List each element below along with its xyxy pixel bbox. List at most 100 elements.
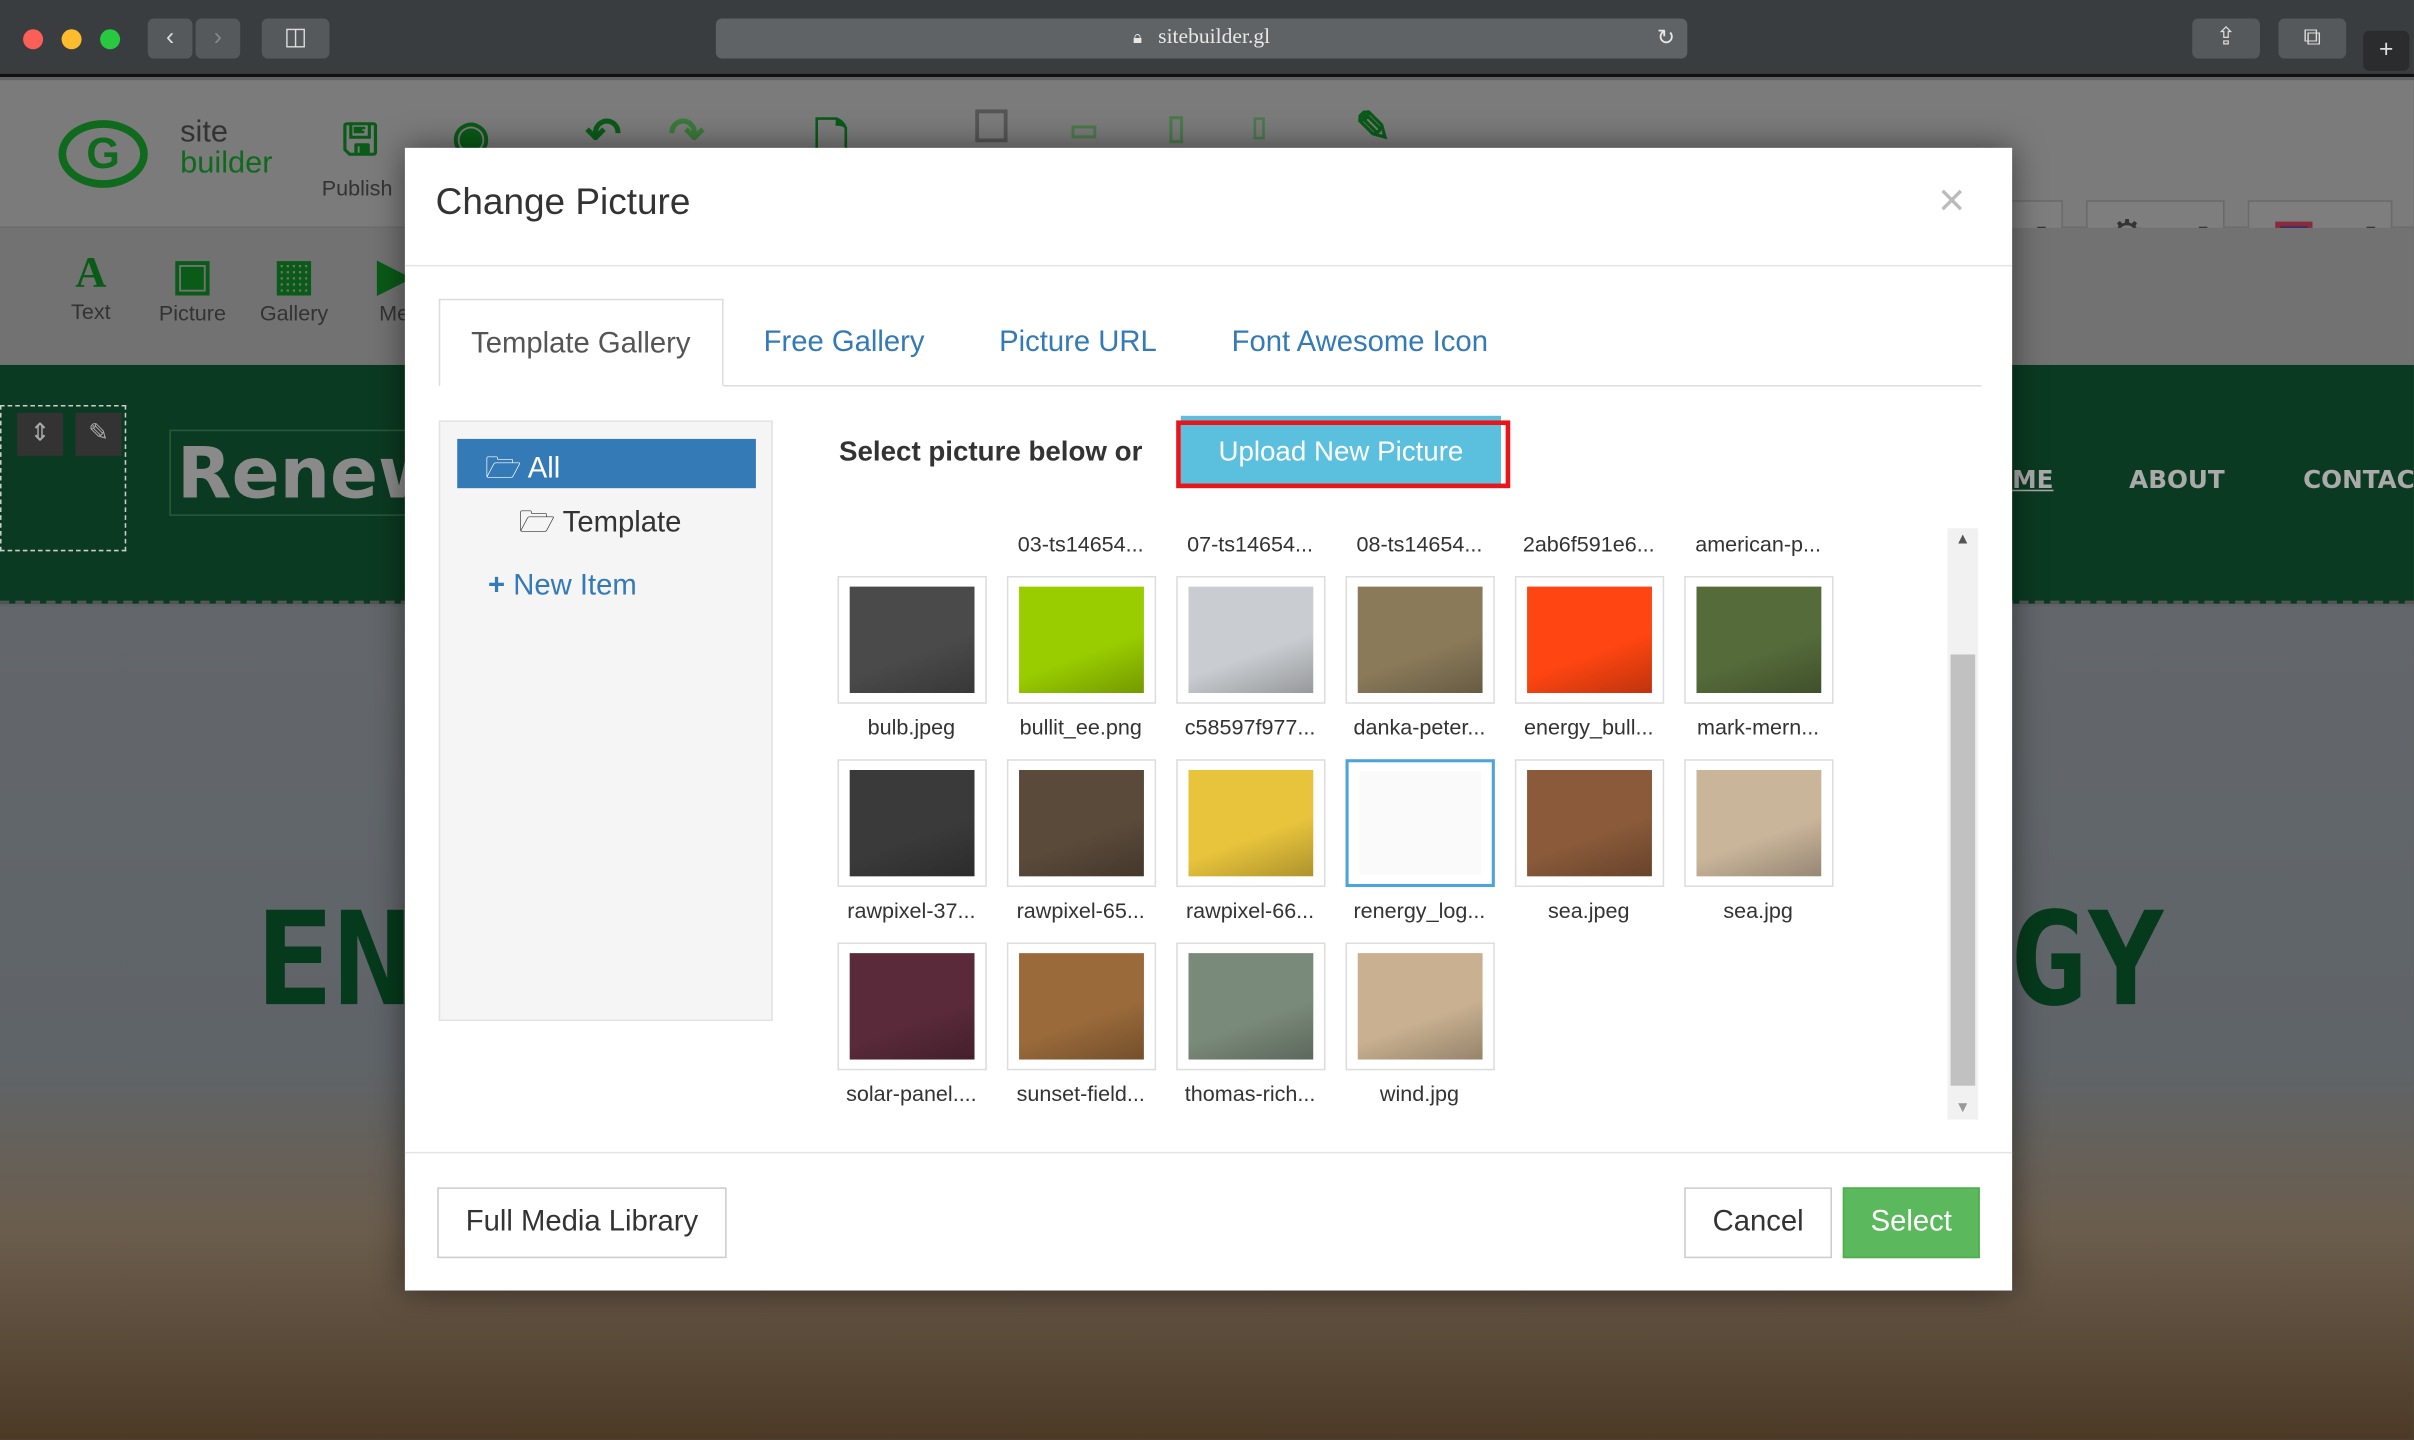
image-thumbnail[interactable] [1684, 575, 1834, 704]
image-preview [1359, 771, 1481, 875]
image-thumbnail[interactable] [1514, 759, 1665, 888]
folder-template[interactable]: 🗁︎ Template [519, 501, 682, 550]
folder-label: All [527, 452, 561, 486]
image-thumbnail[interactable] [1176, 575, 1326, 704]
cancel-button[interactable]: Cancel [1684, 1187, 1833, 1259]
tool-text[interactable]: A Text [45, 249, 137, 323]
tool-gallery[interactable]: ▦ Gallery [248, 249, 340, 325]
image-thumbnail[interactable] [1345, 575, 1495, 704]
folder-open-icon: 🗁︎ [518, 506, 556, 539]
desktop-view-icon[interactable]: ☐ [945, 102, 1037, 153]
image-preview [1357, 953, 1483, 1060]
image-thumbnail[interactable] [1006, 759, 1157, 888]
divider [404, 1151, 2013, 1154]
image-preview [1357, 586, 1483, 693]
tab-picture-url[interactable]: Picture URL [968, 299, 1187, 387]
image-preview [1188, 770, 1314, 877]
folder-open-icon: 🗁︎ [484, 452, 522, 486]
image-preview [1696, 770, 1822, 877]
image-label: c58597f977... [1184, 714, 1316, 740]
image-label: 08-ts14654... [1356, 531, 1483, 556]
sidebar-icon: ◫ [283, 24, 308, 51]
select-instruction: Select picture below or [839, 435, 1143, 467]
tabs-button[interactable]: ⧉ [2278, 18, 2347, 59]
image-label: 07-ts14654... [1187, 531, 1313, 556]
image-preview [1188, 953, 1314, 1060]
share-button[interactable]: ⇪ [2192, 18, 2260, 59]
magic-wand-icon[interactable]: ✎ [1327, 102, 1419, 153]
image-thumbnail[interactable] [837, 759, 987, 888]
select-button[interactable]: Select [1842, 1187, 1980, 1259]
image-thumbnail[interactable] [1176, 759, 1326, 888]
share-icon: ⇪ [2215, 24, 2237, 51]
scroll-up-icon[interactable]: ▲ [1955, 531, 1970, 548]
image-preview [1188, 586, 1314, 693]
highlight-box [1176, 420, 1511, 489]
image-label: danka-peter... [1353, 714, 1486, 740]
laptop-view-icon[interactable]: ▭ [1038, 111, 1130, 149]
image-thumbnail[interactable] [1345, 759, 1495, 888]
image-label: american-p... [1695, 531, 1821, 556]
image-preview [1019, 953, 1144, 1060]
tool-label: Gallery [259, 300, 329, 325]
chevron-left-icon: ‹ [166, 24, 175, 51]
full-media-library-button[interactable]: Full Media Library [437, 1187, 727, 1259]
save-icon[interactable]: 🖫︎ [314, 108, 406, 182]
change-picture-dialog: Change Picture × Template Gallery Free G… [404, 147, 2013, 1291]
tool-picture[interactable]: ▣ Picture [146, 249, 238, 325]
edit-pencil-icon[interactable]: ✎ [75, 412, 122, 456]
close-icon[interactable]: × [1938, 176, 1965, 228]
image-label: rawpixel-65... [1016, 897, 1145, 923]
image-label: mark-mern... [1697, 714, 1820, 740]
plus-icon: + [2379, 36, 2394, 64]
tablet-view-icon[interactable]: ▯ [1130, 108, 1222, 148]
scroll-down-icon[interactable]: ▼ [1955, 1100, 1970, 1117]
tab-free-gallery[interactable]: Free Gallery [733, 299, 956, 387]
gallery-icon: ▦ [273, 251, 315, 299]
publish-button[interactable]: Publish [322, 176, 393, 201]
reload-icon[interactable]: ↻ [1657, 18, 1675, 58]
image-label: rawpixel-66... [1185, 897, 1315, 923]
selected-logo-element[interactable]: ⇕ ✎ [0, 405, 127, 552]
image-thumbnail[interactable] [1514, 575, 1665, 704]
tab-font-awesome-icon[interactable]: Font Awesome Icon [1201, 299, 1519, 387]
nav-contact[interactable]: CONTAC [2303, 465, 2414, 494]
mobile-view-icon[interactable]: ▯ [1213, 111, 1305, 143]
image-label: 03-ts14654... [1017, 531, 1144, 556]
image-thumbnail[interactable] [1345, 942, 1495, 1071]
image-label: solar-panel.... [846, 1081, 977, 1106]
sidebar-toggle-button[interactable]: ◫ [261, 18, 330, 59]
back-button[interactable]: ‹ [147, 18, 193, 59]
image-thumbnail[interactable] [1006, 942, 1157, 1071]
tabs-icon: ⧉ [2303, 24, 2322, 51]
divider [404, 264, 2013, 267]
image-thumbnail[interactable] [837, 942, 987, 1071]
image-thumbnail[interactable] [1006, 575, 1157, 704]
image-thumbnail[interactable] [837, 575, 987, 704]
sitebuilder-logo-icon: G [58, 120, 148, 188]
image-label: sea.jpg [1723, 897, 1793, 923]
image-preview [1696, 586, 1822, 693]
close-window-button[interactable] [23, 29, 44, 50]
scrollbar-thumb[interactable] [1950, 654, 1976, 1086]
maximize-window-button[interactable] [100, 29, 121, 50]
image-preview [1527, 586, 1652, 693]
folder-all[interactable]: 🗁︎ All [457, 438, 756, 489]
new-tab-button[interactable]: + [2363, 30, 2410, 71]
image-preview [849, 586, 975, 693]
image-preview [1527, 770, 1652, 877]
minimize-window-button[interactable] [61, 29, 82, 50]
forward-button[interactable]: › [195, 18, 241, 59]
nav-home[interactable]: ME [2012, 465, 2053, 494]
address-bar[interactable]: 🔒︎ sitebuilder.gl ↻ [715, 18, 1688, 59]
tab-template-gallery[interactable]: Template Gallery [438, 298, 723, 387]
nav-about[interactable]: ABOUT [2129, 465, 2225, 494]
image-thumbnail[interactable] [1176, 942, 1326, 1071]
image-preview [1019, 770, 1144, 877]
new-item-button[interactable]: + New Item [488, 570, 637, 604]
image-label: renergy_log... [1353, 897, 1486, 923]
move-handle-icon[interactable]: ⇕ [16, 412, 64, 456]
image-thumbnail[interactable] [1684, 759, 1834, 888]
browser-toolbar: ‹ › ◫ 🔒︎ sitebuilder.gl ↻ ⇪ ⧉ + [0, 0, 2414, 77]
folder-label: Template [562, 506, 682, 539]
